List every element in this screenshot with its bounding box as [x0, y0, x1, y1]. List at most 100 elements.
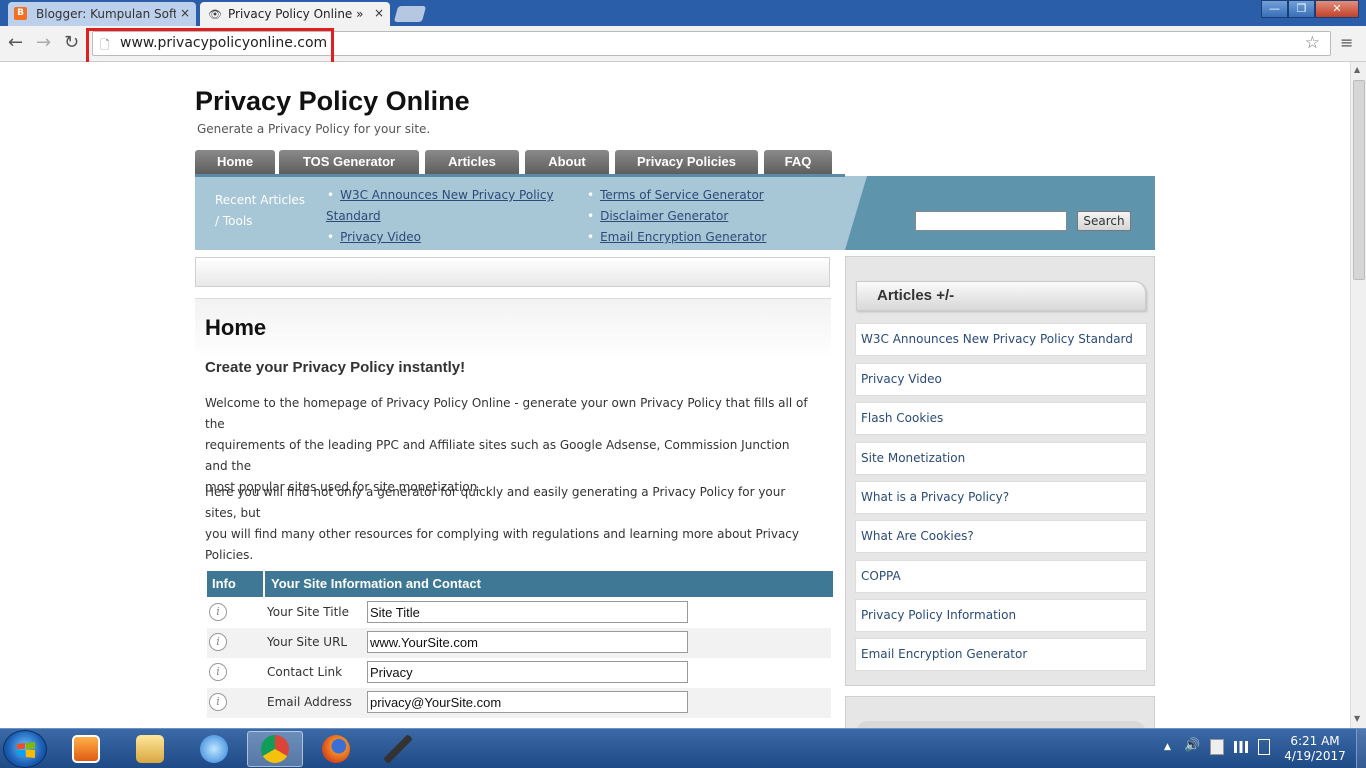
- content-top-strip: [195, 257, 830, 287]
- sidebar-item-privacy-video[interactable]: Privacy Video: [855, 363, 1147, 396]
- info-icon[interactable]: i: [209, 693, 227, 711]
- taskbar-microphone[interactable]: [370, 731, 426, 767]
- windows-taskbar: ▲ 🔊 6:21 AM 4/19/2017: [0, 728, 1366, 768]
- back-button[interactable]: ←: [8, 32, 23, 53]
- info-icon[interactable]: i: [209, 663, 227, 681]
- site-url-input[interactable]: www.YourSite.com: [367, 631, 688, 653]
- site-title[interactable]: Privacy Policy Online: [195, 86, 470, 117]
- search-input[interactable]: [915, 211, 1067, 231]
- scrollbar-thumb[interactable]: [1353, 80, 1365, 280]
- eye-icon: 👁: [208, 8, 222, 21]
- tab-close-icon[interactable]: ×: [374, 6, 384, 20]
- volume-icon[interactable]: 🔊: [1184, 738, 1200, 753]
- blogger-icon: B: [14, 7, 27, 20]
- email-address-input[interactable]: privacy@YourSite.com: [367, 691, 688, 713]
- table-row: i Contact Link Privacy: [207, 658, 831, 688]
- recent-label-line2: / Tools: [215, 214, 253, 228]
- search-bar: Search: [845, 176, 1155, 250]
- nav-tab-home[interactable]: Home: [195, 150, 275, 174]
- field-label: Email Address: [267, 695, 352, 709]
- recent-articles-label: Recent Articles / Tools: [215, 190, 325, 232]
- field-label: Your Site URL: [267, 635, 348, 649]
- window-close-button[interactable]: ✕: [1315, 0, 1359, 18]
- action-center-icon[interactable]: [1210, 739, 1224, 755]
- sidebar-item-flash-cookies[interactable]: Flash Cookies: [855, 402, 1147, 435]
- power-icon[interactable]: [1258, 739, 1270, 755]
- show-desktop-button[interactable]: [1356, 729, 1366, 768]
- resources-paragraph: Here you will find not only a generator …: [205, 482, 815, 566]
- sidebar-item-coppa[interactable]: COPPA: [855, 560, 1147, 593]
- folder-icon: [136, 735, 164, 763]
- window-maximize-button[interactable]: ❐: [1288, 0, 1315, 18]
- sidebar-heading: Articles +/-: [877, 287, 955, 304]
- sidebar-item-what-is-privacy-policy[interactable]: What is a Privacy Policy?: [855, 481, 1147, 514]
- sidebar-item-w3c[interactable]: W3C Announces New Privacy Policy Standar…: [855, 323, 1147, 356]
- search-bar-wedge: [845, 176, 867, 250]
- resources-line: Here you will find not only a generator …: [205, 485, 786, 520]
- tab-privacy-policy-online[interactable]: 👁 Privacy Policy Online » Pri ×: [200, 2, 390, 26]
- taskbar-clock[interactable]: 6:21 AM 4/19/2017: [1280, 734, 1350, 764]
- page-heading: Home: [205, 315, 267, 340]
- reload-button[interactable]: ↻: [64, 32, 79, 53]
- main-content: Home Create your Privacy Policy instantl…: [195, 298, 833, 728]
- sidebar-item-email-encryption[interactable]: Email Encryption Generator: [855, 638, 1147, 671]
- intro-line: requirements of the leading PPC and Affi…: [205, 438, 790, 473]
- taskbar-media-player[interactable]: [58, 731, 114, 767]
- window-minimize-button[interactable]: —: [1261, 0, 1288, 18]
- sidebar-item-site-monetization[interactable]: Site Monetization: [855, 442, 1147, 475]
- info-icon[interactable]: i: [209, 603, 227, 621]
- nav-tab-privacy-policies[interactable]: Privacy Policies: [615, 150, 758, 174]
- resources-line: Policies.: [205, 548, 254, 562]
- sidebar-item-what-are-cookies[interactable]: What Are Cookies?: [855, 520, 1147, 553]
- info-icon[interactable]: i: [209, 633, 227, 651]
- tab-title: Blogger: Kumpulan Softw: [36, 7, 176, 21]
- recent-link-disclaimer-generator[interactable]: Disclaimer Generator: [587, 206, 728, 227]
- show-hidden-icons-icon[interactable]: ▲: [1164, 742, 1171, 752]
- secondary-sidebar-box: [845, 696, 1155, 728]
- recent-link-w3c-continued[interactable]: Standard: [326, 206, 381, 227]
- taskbar-file-explorer[interactable]: [122, 731, 178, 767]
- contact-link-input[interactable]: Privacy: [367, 661, 688, 683]
- recent-link-privacy-video[interactable]: Privacy Video: [327, 227, 421, 248]
- nav-tab-about[interactable]: About: [525, 150, 609, 174]
- table-row: i Email Address privacy@YourSite.com: [207, 688, 831, 718]
- browser-menu-icon[interactable]: ≡: [1340, 33, 1353, 52]
- scroll-down-arrow-icon[interactable]: ▼: [1354, 714, 1360, 723]
- nav-tab-faq[interactable]: FAQ: [764, 150, 832, 174]
- tab-close-icon[interactable]: ×: [180, 6, 190, 20]
- nav-tab-articles[interactable]: Articles: [425, 150, 519, 174]
- table-row: i Your Site URL www.YourSite.com: [207, 628, 831, 658]
- start-button[interactable]: [3, 730, 47, 768]
- search-button[interactable]: Search: [1077, 211, 1131, 231]
- bookmark-star-icon[interactable]: ☆: [1305, 33, 1320, 53]
- sidebar-item-privacy-policy-information[interactable]: Privacy Policy Information: [855, 599, 1147, 632]
- scroll-up-arrow-icon[interactable]: ▲: [1354, 65, 1360, 74]
- taskbar-internet-explorer[interactable]: [186, 731, 242, 767]
- taskbar-chrome[interactable]: [247, 731, 303, 767]
- network-signal-icon[interactable]: [1234, 741, 1248, 753]
- taskbar-firefox[interactable]: [308, 731, 364, 767]
- recent-articles-bar: Recent Articles / Tools W3C Announces Ne…: [195, 174, 845, 250]
- field-label: Contact Link: [267, 665, 343, 679]
- intro-line: Welcome to the homepage of Privacy Polic…: [205, 396, 808, 431]
- clock-date: 4/19/2017: [1284, 749, 1346, 763]
- forward-button[interactable]: →: [36, 32, 51, 53]
- recent-link-email-encryption[interactable]: Email Encryption Generator: [587, 227, 766, 248]
- recent-link-tos-generator[interactable]: Terms of Service Generator: [587, 185, 764, 206]
- tab-blogger[interactable]: B Blogger: Kumpulan Softw ×: [8, 2, 196, 26]
- internet-explorer-icon: [200, 735, 228, 763]
- media-player-icon: [72, 735, 100, 763]
- secondary-sidebar-heading: [856, 721, 1146, 728]
- site-tagline: Generate a Privacy Policy for your site.: [197, 122, 431, 136]
- column-header-site-info: Your Site Information and Contact: [271, 576, 481, 591]
- recent-link-w3c[interactable]: W3C Announces New Privacy Policy: [327, 185, 553, 206]
- chrome-icon: [261, 735, 289, 763]
- vertical-scrollbar[interactable]: ▲ ▼: [1350, 62, 1366, 728]
- site-title-input[interactable]: Site Title: [367, 601, 688, 623]
- new-tab-button[interactable]: [393, 6, 427, 22]
- page-viewport: Privacy Policy Online Generate a Privacy…: [0, 62, 1350, 728]
- sidebar-heading-box[interactable]: Articles +/-: [856, 281, 1146, 311]
- clock-time: 6:21 AM: [1290, 734, 1340, 748]
- nav-tab-tos-generator[interactable]: TOS Generator: [279, 150, 419, 174]
- articles-sidebar: Articles +/- W3C Announces New Privacy P…: [845, 256, 1155, 686]
